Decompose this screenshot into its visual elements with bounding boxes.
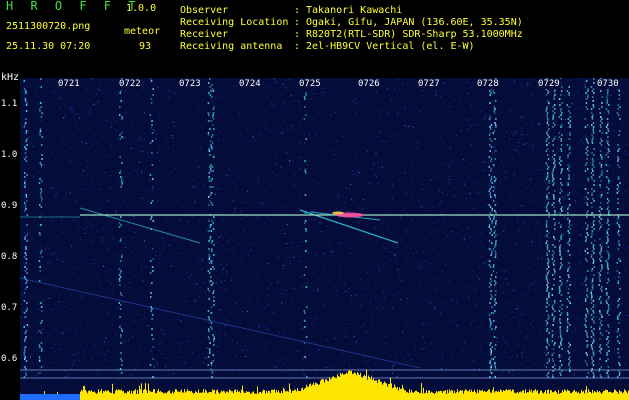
location-value: Ogaki, Gifu, JAPAN (136.60E, 35.35N) (306, 17, 523, 28)
receiver-label: Receiver (180, 29, 229, 40)
time-tick-0723: 0723 (178, 79, 202, 89)
spectrogram-background (20, 78, 629, 400)
time-tick-0724: 0724 (238, 79, 262, 89)
antenna-separator: : (294, 41, 301, 52)
time-tick-0727: 0727 (417, 79, 441, 89)
spectrogram-svg (19, 78, 629, 400)
freq-tick-0.7: 0.7 (1, 303, 18, 313)
observer-value: Takanori Kawachi (306, 5, 403, 16)
freq-tick-1.1: 1.1 (1, 99, 18, 109)
time-tick-0721: 0721 (57, 79, 81, 89)
location-separator: : (294, 17, 301, 28)
hrofft-window: H R O F F T 1.0.0 2511300720.png meteor … (0, 0, 629, 400)
antenna-value: 2el-HB9CV Vertical (el. E-W) (306, 41, 475, 52)
freq-tick-0.9: 0.9 (1, 201, 18, 211)
time-tick-0725: 0725 (298, 79, 322, 89)
spectrogram-plot (19, 78, 629, 400)
observer-separator: : (294, 5, 301, 16)
app-title: H R O F F T (6, 0, 141, 13)
receiver-separator: : (294, 29, 301, 40)
app-version: 1.0.0 (126, 3, 157, 14)
freq-tick-0.8: 0.8 (1, 252, 18, 262)
antenna-label: Receiving antenna (180, 41, 283, 52)
detector-name: meteor (124, 26, 161, 37)
time-tick-0729: 0729 (537, 79, 561, 89)
observer-label: Observer (180, 5, 229, 16)
time-tick-0730: 0730 (596, 79, 620, 89)
location-label: Receiving Location (180, 17, 289, 28)
file-name: 2511300720.png (6, 21, 91, 32)
time-tick-0722: 0722 (118, 79, 142, 89)
freq-tick-1.0: 1.0 (1, 150, 18, 160)
time-tick-0728: 0728 (476, 79, 500, 89)
capture-datetime: 25.11.30 07:20 (6, 41, 91, 52)
freq-tick-0.6: 0.6 (1, 354, 18, 364)
receiver-value: R820T2(RTL-SDR) SDR-Sharp 53.1000MHz (306, 29, 523, 40)
detection-count: 93 (139, 41, 152, 52)
frequency-unit-label: kHz (1, 72, 20, 83)
time-tick-0726: 0726 (357, 79, 381, 89)
